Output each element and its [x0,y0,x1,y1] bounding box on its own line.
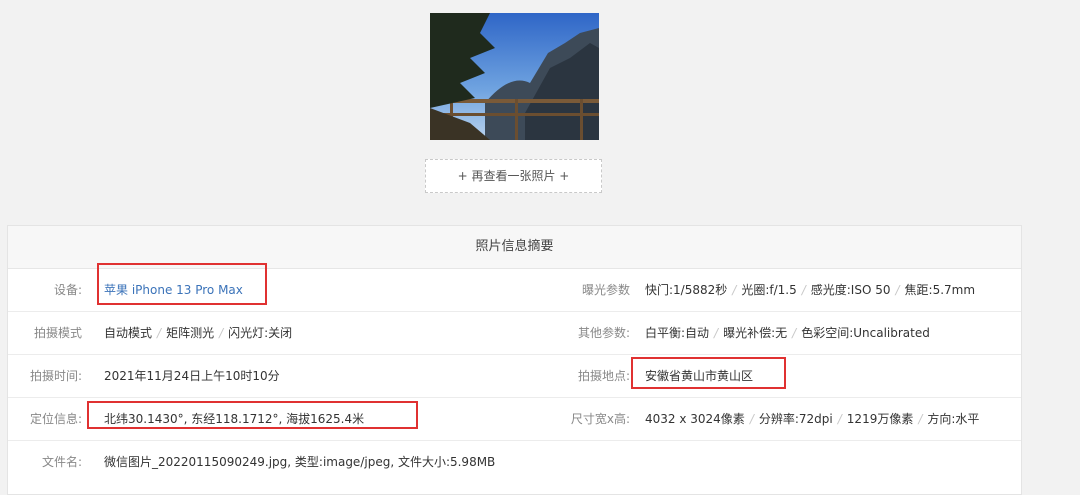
photo-thumbnail[interactable] [430,13,599,140]
separator: / [157,326,162,340]
separator: / [792,326,797,340]
info-row-mode: 拍摄模式 自动模式 / 矩阵测光 / 闪光灯:关闭 其他参数: 白平衡:自动 / 曝光补偿:… [8,312,1021,355]
color-space-value: 色彩空间:Uncalibrated [801,326,930,340]
device-label: 设备: [53,283,82,297]
separator: / [801,283,806,297]
separator: / [895,283,900,297]
megapixel-value: 1219万像素 [846,412,914,426]
device-value[interactable]: 苹果 iPhone 13 Pro Max [104,269,243,311]
shoot-location-value: 安徽省黄山市黄山区 [645,369,754,383]
gps-value: 北纬30.1430°, 东经118.1712°, 海拔1625.4米 [104,412,365,426]
info-row-filename: 文件名: 微信图片_20220115090249.jpg, 类型:image/j… [8,441,1021,483]
filename-label: 文件名: [41,455,82,469]
info-row-device: 设备: 苹果 iPhone 13 Pro Max 曝光参数 快门:1/5882秒… [8,269,1021,312]
shutter-value: 快门:1/5882秒 [645,283,728,297]
shoot-location-label: 拍摄地点: [577,369,630,383]
info-row-time: 拍摄时间: 2021年11月24日上午10时10分 拍摄地点: 安徽省黄山市黄山… [8,355,1021,398]
separator: / [837,412,842,426]
separator: / [219,326,224,340]
iso-value: 感光度:ISO 50 [810,283,891,297]
separator: / [732,283,737,297]
pixel-size-value: 4032 x 3024像素 [645,412,745,426]
shooting-mode-label: 拍摄模式 [33,326,82,340]
separator: / [918,412,923,426]
shooting-mode-values: 自动模式 / 矩阵测光 / 闪光灯:关闭 [104,312,292,354]
other-params-values: 白平衡:自动 / 曝光补偿:无 / 色彩空间:Uncalibrated [645,312,930,354]
separator: / [714,326,719,340]
mode-value: 自动模式 [104,326,153,340]
dimensions-label: 尺寸宽x高: [570,412,630,426]
flash-value: 闪光灯:关闭 [228,326,293,340]
dimensions-values: 4032 x 3024像素 / 分辨率:72dpi / 1219万像素 / 方向:水平 [645,398,979,440]
metering-value: 矩阵测光 [166,326,215,340]
orientation-value: 方向:水平 [927,412,980,426]
gps-label: 定位信息: [29,412,82,426]
mountain-photo-image [430,13,599,140]
info-row-gps: 定位信息: 北纬30.1430°, 东经118.1712°, 海拔1625.4米… [8,398,1021,441]
resolution-value: 分辨率:72dpi [758,412,833,426]
view-another-photo-button[interactable]: + 再查看一张照片 + [425,159,602,193]
white-balance-value: 白平衡:自动 [645,326,710,340]
exposure-values: 快门:1/5882秒 / 光圈:f/1.5 / 感光度:ISO 50 / 焦距:5.7mm [645,269,975,311]
other-params-label: 其他参数: [577,326,630,340]
panel-title: 照片信息摘要 [8,226,1021,269]
aperture-value: 光圈:f/1.5 [741,283,797,297]
focal-length-value: 焦距:5.7mm [904,283,976,297]
separator: / [749,412,754,426]
exposure-comp-value: 曝光补偿:无 [723,326,788,340]
exposure-label: 曝光参数 [581,283,630,297]
photo-info-panel: 照片信息摘要 设备: 苹果 iPhone 13 Pro Max 曝光参数 快门:… [7,225,1022,495]
shoot-time-label: 拍摄时间: [29,369,82,383]
filename-value: 微信图片_20220115090249.jpg, 类型:image/jpeg, … [104,455,496,469]
shoot-time-value: 2021年11月24日上午10时10分 [104,369,280,383]
